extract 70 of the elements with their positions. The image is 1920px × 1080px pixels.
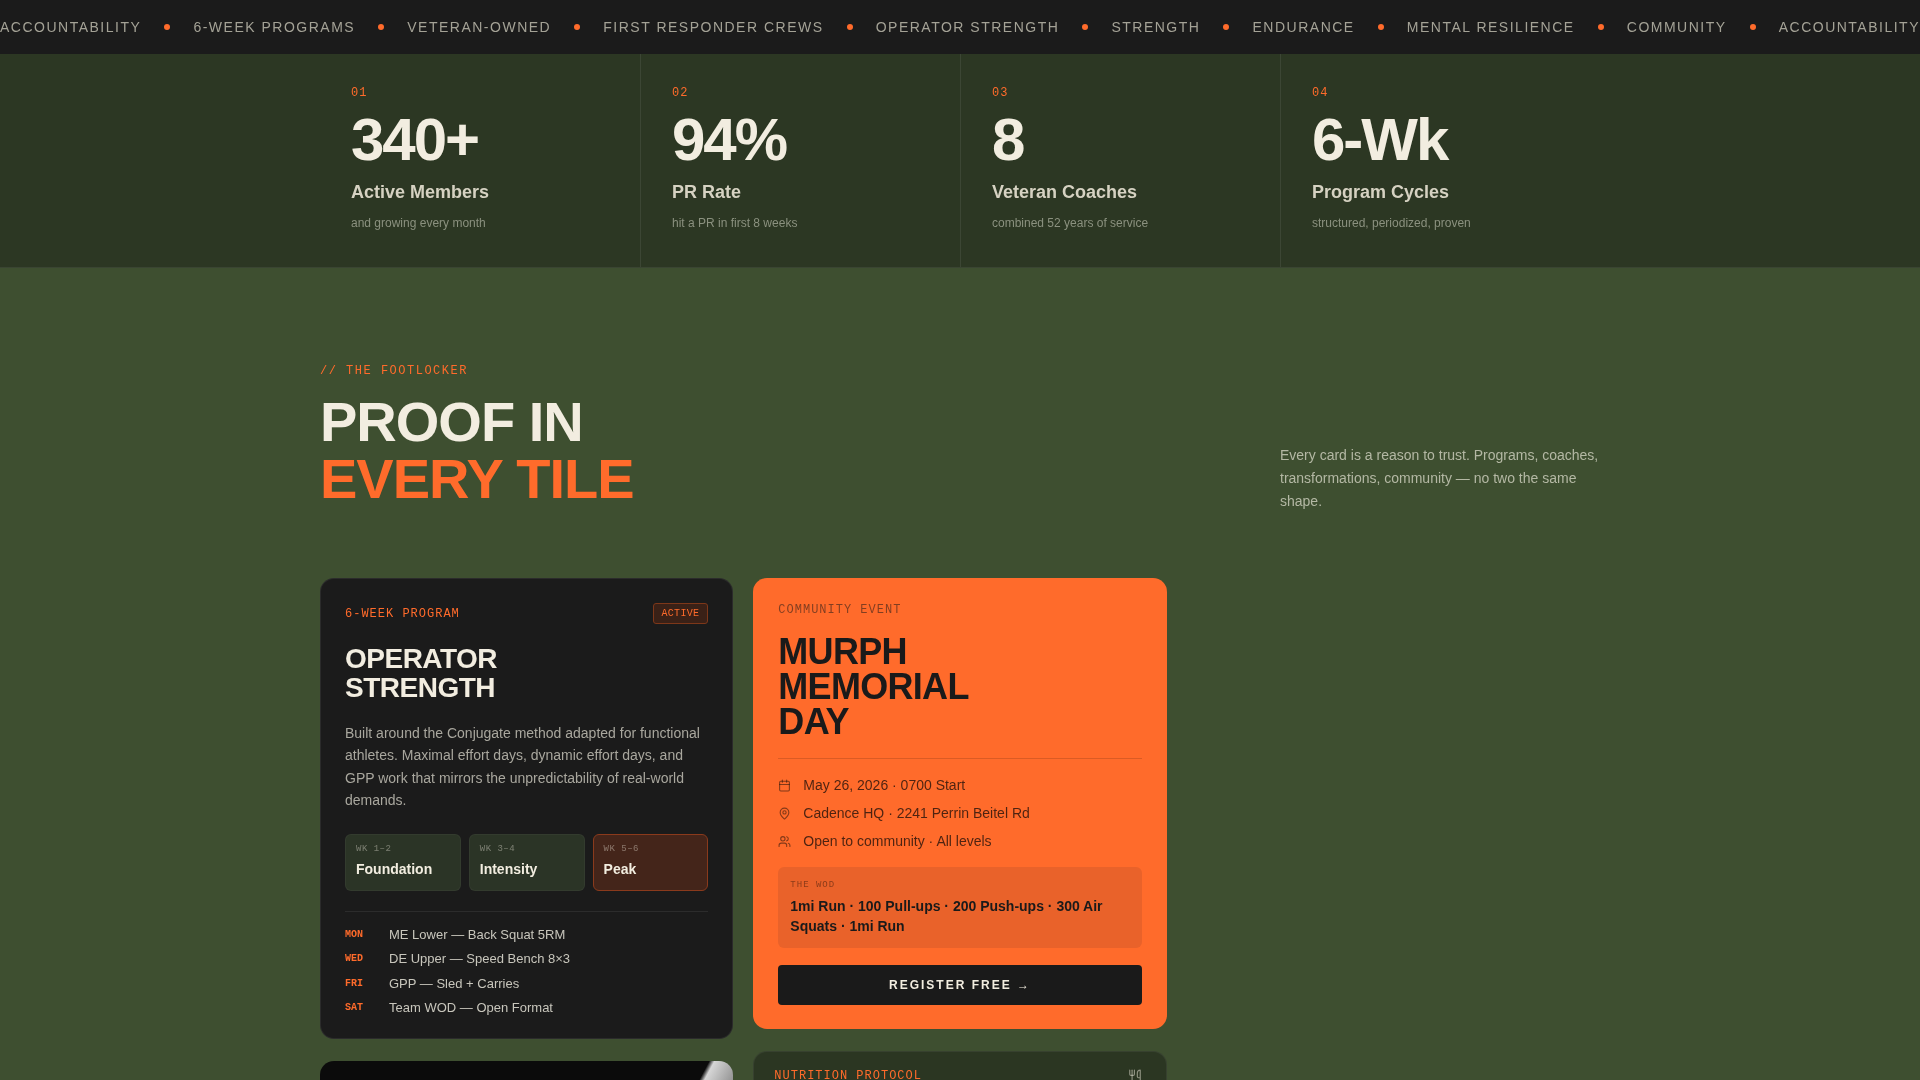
stat-label: Active Members: [351, 181, 490, 203]
stat-value: 94%: [672, 110, 787, 170]
schedule-session: ME Lower — Back Squat 5RM: [389, 925, 566, 944]
register-button[interactable]: REGISTER FREE →: [778, 965, 1142, 1005]
card-title: MURPH MEMORIAL DAY: [778, 634, 970, 739]
stat-note: structured, periodized, proven: [1312, 215, 1471, 231]
stat-index: 03: [992, 86, 1009, 100]
ticker-item: OPERATOR STRENGTH: [875, 18, 1060, 36]
stat-value: 8: [992, 110, 1024, 170]
stat-label: Veteran Coaches: [992, 181, 1138, 203]
status-badge: ACTIVE: [652, 603, 709, 624]
phase-weeks: WK 5–6: [603, 842, 639, 855]
schedule-session: Team WOD — Open Format: [389, 999, 553, 1018]
dot-icon: [1597, 24, 1604, 30]
event-detail: Cadence HQ · 2241 Perrin Beitel Rd: [803, 804, 1030, 823]
phase-weeks: WK 1–2: [356, 842, 392, 855]
dot-icon: [846, 24, 853, 30]
stat-index: 01: [351, 86, 368, 100]
heading-accent-line: EVERY TILE: [320, 450, 634, 507]
section-intro: Every card is a reason to trust. Programs, coaches, transformations, community — no two the same shape.: [1280, 446, 1600, 511]
utensils-icon: [1127, 1069, 1142, 1080]
phase-name: Peak: [603, 859, 637, 878]
schedule-day: FRI: [345, 976, 363, 991]
wod-text: 1mi Run · 100 Pull-ups · 200 Push-ups · 300 Air Squats · 1mi Run: [790, 897, 1104, 936]
phase-weeks: WK 3–4: [479, 842, 516, 855]
phase-name: Foundation: [356, 859, 433, 878]
card-title: OPERATOR STRENGTH: [345, 644, 499, 702]
card-description: Built around the Conjugate method adapted for functional athletes. Maximal effort days, dynamic effort days, and GPP work that mirrors the unpredictability of real-world demands.: [345, 724, 701, 811]
stat-value: 340+: [351, 110, 479, 170]
stat-note: combined 52 years of service: [992, 215, 1149, 231]
schedule-session: GPP — Sled + Carries: [389, 974, 520, 993]
card-eyebrow: NUTRITION PROTOCOL: [774, 1069, 922, 1080]
schedule-day: MON: [345, 927, 363, 942]
event-detail: Open to community · All levels: [803, 832, 992, 851]
stat-value: 6-Wk: [1312, 110, 1448, 170]
users-icon: [778, 834, 792, 848]
dot-icon: [1749, 24, 1756, 30]
stat-note: hit a PR in first 8 weeks: [672, 215, 798, 231]
map-pin-icon: [778, 806, 792, 820]
dot-icon: [1223, 24, 1230, 30]
ticker-item: STRENGTH: [1111, 18, 1201, 36]
card-eyebrow: 6-WEEK PROGRAM: [345, 606, 460, 621]
phase-name: Intensity: [479, 859, 538, 878]
schedule-day: WED: [345, 952, 363, 967]
dot-icon: [378, 24, 385, 30]
dot-icon: [574, 24, 581, 30]
stat-index: 04: [1312, 86, 1329, 100]
ticker-item: VETERAN-OWNED: [407, 18, 552, 36]
stat-label: PR Rate: [672, 181, 742, 203]
heading-line: PROOF IN: [320, 393, 583, 450]
ticker-item: ENDURANCE: [1252, 18, 1355, 36]
card-eyebrow: COMMUNITY EVENT: [778, 603, 902, 617]
ticker-item: ACCOUNTABILITY: [0, 18, 142, 36]
calendar-icon: [778, 778, 792, 792]
ticker-item: MENTAL RESILIENCE: [1406, 18, 1575, 36]
wod-label: THE WOD: [790, 879, 836, 891]
schedule-day: SAT: [345, 1001, 363, 1016]
dot-icon: [164, 24, 171, 30]
stat-index: 02: [672, 86, 689, 100]
ticker-item: 6-WEEK PROGRAMS: [193, 18, 356, 36]
section-eyebrow: // THE FOOTLOCKER: [320, 364, 468, 378]
stat-note: and growing every month: [351, 215, 486, 231]
event-detail: May 26, 2026 · 0700 Start: [803, 776, 966, 795]
ticker-item: ACCOUNTABILITY: [1778, 18, 1920, 36]
dot-icon: [1377, 24, 1384, 30]
stat-label: Program Cycles: [1312, 181, 1450, 203]
dot-icon: [1082, 24, 1089, 30]
schedule-session: DE Upper — Speed Bench 8×3: [389, 950, 571, 969]
ticker-item: COMMUNITY: [1626, 18, 1727, 36]
ticker-item: FIRST RESPONDER CREWS: [603, 18, 824, 36]
